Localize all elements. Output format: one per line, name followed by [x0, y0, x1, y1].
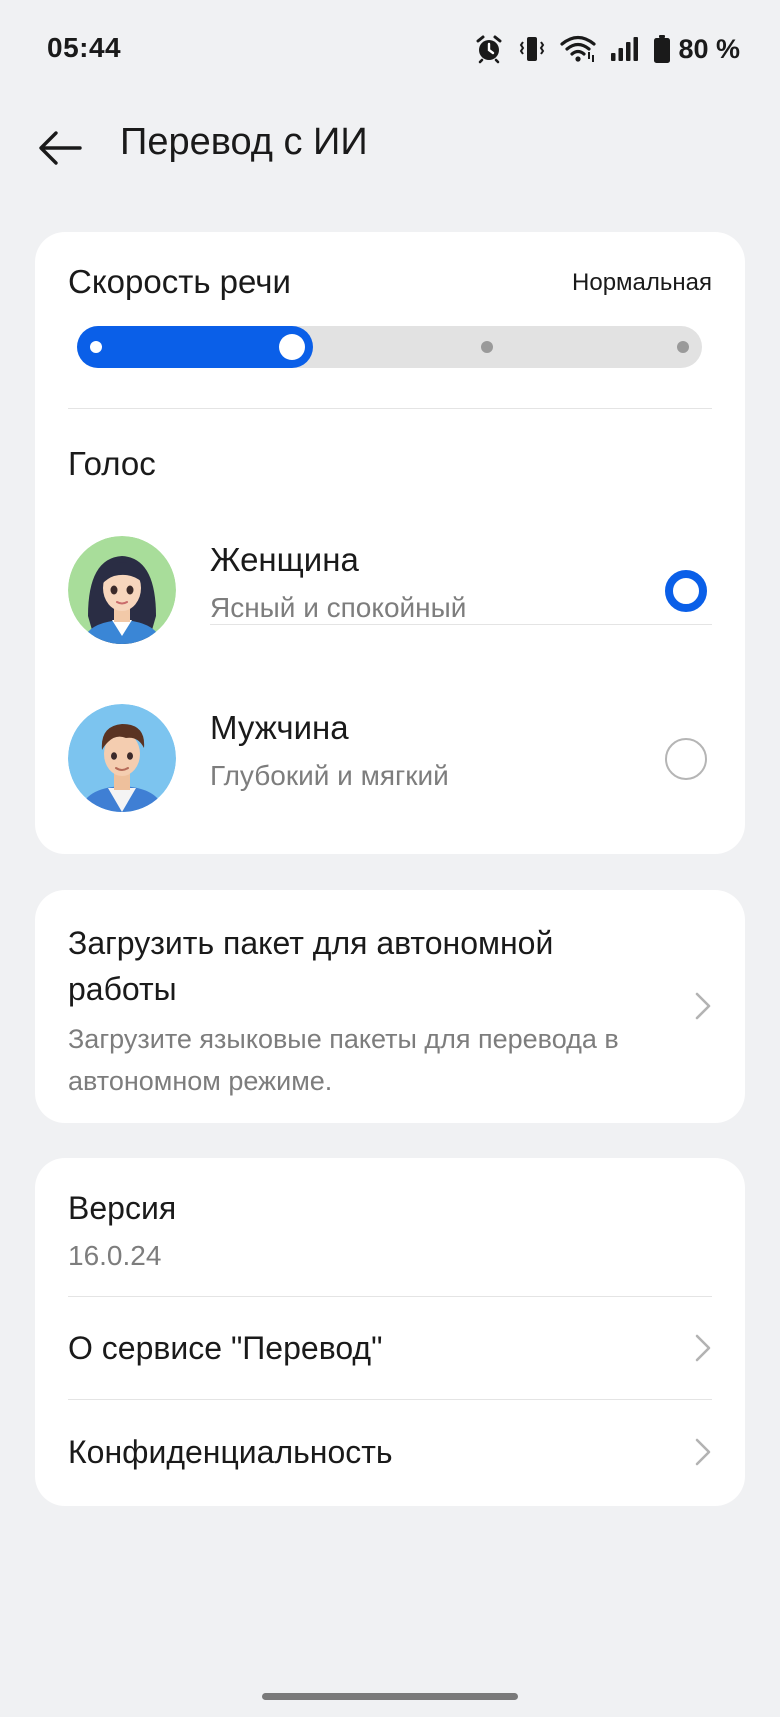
voice-male-radio[interactable]	[665, 738, 707, 780]
voice-male-description: Глубокий и мягкий	[210, 760, 449, 791]
divider	[210, 624, 712, 625]
arrow-left-icon	[36, 128, 84, 173]
offline-package-item[interactable]: Загрузить пакет для автономной работы За…	[35, 890, 745, 1123]
avatar-male	[68, 704, 176, 812]
app-header: Перевод с ИИ	[0, 100, 780, 190]
speech-speed-slider-fill	[77, 326, 313, 368]
speech-settings-card: Скорость речи Нормальная Голос Женщина Я…	[35, 232, 745, 854]
status-icons: 80 %	[474, 32, 740, 66]
status-time: 05:44	[47, 32, 122, 63]
divider	[68, 408, 712, 409]
voice-heading: Голос	[68, 445, 156, 482]
status-bar: 05:44 80 %	[0, 0, 780, 100]
voice-female-description: Ясный и спокойный	[210, 592, 467, 623]
about-service-item[interactable]: О сервисе "Перевод"	[35, 1298, 745, 1400]
speech-speed-slider[interactable]	[77, 326, 702, 368]
page-title: Перевод с ИИ	[120, 121, 368, 163]
speech-speed-label: Скорость речи	[68, 263, 291, 300]
offline-package-title: Загрузить пакет для автономной работы	[68, 925, 554, 1007]
battery-percentage: 80 %	[678, 33, 740, 64]
chevron-right-icon	[691, 1436, 715, 1468]
voice-option-female[interactable]: Женщина Ясный и спокойный	[35, 522, 745, 672]
voice-female-radio[interactable]	[665, 570, 707, 612]
offline-package-description: Загрузите языковые пакеты для перевода в…	[68, 1024, 619, 1096]
back-button[interactable]	[28, 118, 92, 182]
about-service-label: О сервисе "Перевод"	[68, 1330, 383, 1366]
divider	[68, 1399, 712, 1400]
speech-speed-step[interactable]	[481, 341, 494, 353]
voice-male-name: Мужчина	[210, 709, 349, 746]
divider	[68, 1296, 712, 1297]
info-card: Версия 16.0.24 О сервисе "Перевод" Конфи…	[35, 1158, 745, 1506]
battery-icon	[654, 35, 671, 63]
home-indicator[interactable]	[262, 1693, 518, 1700]
signal-icon	[610, 36, 640, 62]
alarm-icon	[474, 34, 504, 64]
speech-speed-step[interactable]	[90, 341, 102, 353]
vibrate-icon	[518, 34, 546, 64]
privacy-item[interactable]: Конфиденциальность	[35, 1402, 745, 1504]
voice-option-male[interactable]: Мужчина Глубокий и мягкий	[35, 690, 745, 840]
version-value: 16.0.24	[68, 1240, 162, 1271]
speech-speed-step[interactable]	[677, 341, 689, 353]
wifi-icon	[560, 35, 597, 63]
privacy-label: Конфиденциальность	[68, 1434, 393, 1470]
speech-speed-value: Нормальная	[572, 269, 712, 296]
speech-speed-slider-thumb[interactable]	[278, 334, 305, 360]
version-label: Версия	[68, 1190, 177, 1226]
chevron-right-icon	[691, 1332, 715, 1364]
avatar-female	[68, 536, 176, 644]
voice-female-name: Женщина	[210, 541, 359, 578]
chevron-right-icon	[691, 990, 715, 1022]
